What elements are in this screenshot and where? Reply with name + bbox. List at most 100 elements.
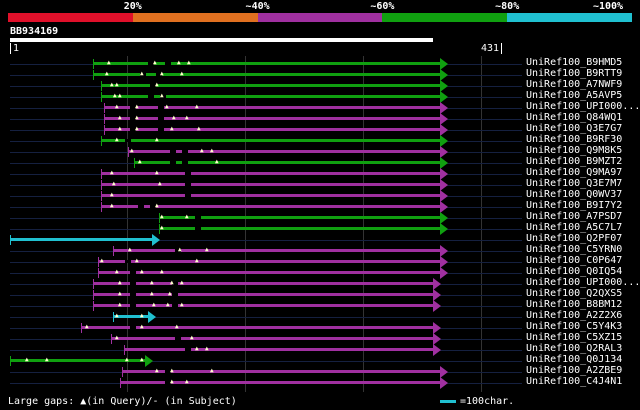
legend-label: ~40% (245, 1, 270, 12)
hit-name-link[interactable]: UniRef100_C5YRN0 (526, 244, 622, 255)
identity-color-legend: 20% ~40% ~60% ~80% ~100% (8, 0, 632, 24)
hit-bar[interactable] (93, 304, 433, 307)
query-gap-marker-icon: ▲ (155, 202, 159, 209)
subject-gap (165, 62, 171, 65)
hit-name-link[interactable]: UniRef100_B9RTT9 (526, 68, 622, 79)
hit-bar[interactable] (159, 216, 440, 219)
hit-name-link[interactable]: UniRef100_C5XZ15 (526, 332, 622, 343)
subject-gap (138, 205, 144, 208)
hit-name-link[interactable]: UniRef100_C4J4N1 (526, 376, 622, 387)
hit-bar[interactable] (113, 249, 440, 252)
scale-label: =100char. (460, 396, 515, 407)
query-gap-marker-icon: ▲ (118, 279, 122, 286)
query-gap-marker-icon: ▲ (160, 70, 164, 77)
hit-name-link[interactable]: UniRef100_UPI000... (526, 277, 640, 288)
query-gap-marker-icon: ▲ (170, 279, 174, 286)
hit-end-arrow-icon (440, 223, 448, 235)
hit-end-arrow-icon (152, 234, 160, 246)
ruler-end-tick (501, 43, 502, 54)
query-gap-marker-icon: ▲ (210, 367, 214, 374)
subject-gap (158, 106, 164, 109)
hit-bar[interactable] (93, 282, 433, 285)
hit-start-cap (104, 125, 105, 135)
hit-bar[interactable] (124, 348, 433, 351)
query-gap-marker-icon: ▲ (110, 169, 114, 176)
legend-color-segment (132, 13, 258, 22)
hit-name-link[interactable]: UniRef100_Q0WV37 (526, 189, 622, 200)
query-gap-marker-icon: ▲ (135, 103, 139, 110)
hit-bar[interactable] (104, 106, 440, 109)
hit-bar[interactable] (111, 337, 433, 340)
hit-name-link[interactable]: UniRef100_Q2PF07 (526, 233, 622, 244)
hit-name-link[interactable]: UniRef100_A7PSD7 (526, 211, 622, 222)
hit-name-link[interactable]: UniRef100_B9HMD5 (526, 57, 622, 68)
hit-name-link[interactable]: UniRef100_Q0IQ54 (526, 266, 622, 277)
hit-name-link[interactable]: UniRef100_Q0J134 (526, 354, 622, 365)
hit-name-link[interactable]: UniRef100_B9RF30 (526, 134, 622, 145)
hit-name-link[interactable]: UniRef100_Q9MA97 (526, 167, 622, 178)
query-gap-marker-icon: ▲ (115, 136, 119, 143)
query-gap-marker-icon: ▲ (160, 268, 164, 275)
hit-start-cap (128, 147, 129, 157)
query-gap-marker-icon: ▲ (155, 136, 159, 143)
hit-name-link[interactable]: UniRef100_A2ZBE9 (526, 365, 622, 376)
hit-bar[interactable] (93, 293, 433, 296)
subject-gap (185, 183, 191, 186)
query-gap-marker-icon: ▲ (168, 290, 172, 297)
query-gap-marker-icon: ▲ (195, 345, 199, 352)
subject-gap (170, 161, 176, 164)
query-gap-marker-icon: ▲ (115, 81, 119, 88)
query-gap-marker-icon: ▲ (118, 125, 122, 132)
hit-name-link[interactable]: UniRef100_A5AVP5 (526, 90, 622, 101)
hit-bar[interactable] (101, 194, 440, 197)
hit-name-link[interactable]: UniRef100_B9MZT2 (526, 156, 622, 167)
hit-name-link[interactable]: UniRef100_Q3E7G7 (526, 123, 622, 134)
hit-bar[interactable] (98, 271, 440, 274)
query-id: BB934169 (10, 26, 59, 37)
hit-bar[interactable] (101, 172, 440, 175)
hit-name-link[interactable]: UniRef100_UPI000... (526, 101, 640, 112)
hit-name-link[interactable]: UniRef100_Q3E7M7 (526, 178, 622, 189)
hit-bar[interactable] (93, 62, 440, 65)
hit-bar[interactable] (134, 161, 440, 164)
hit-name-link[interactable]: UniRef100_A5C7L7 (526, 222, 622, 233)
hit-name-link[interactable]: UniRef100_Q2QXS5 (526, 288, 622, 299)
alignment-grid: ▲ ▲ ▲ ▲ UniRef100_B9HMD5 ▲ ▲ ▲ ▲ UniRef100_B9RTT9… (0, 56, 640, 392)
hit-name-link[interactable]: UniRef100_B8BM12 (526, 299, 622, 310)
hit-name-link[interactable]: UniRef100_Q84WQ1 (526, 112, 622, 123)
hit-name-link[interactable]: UniRef100_C0P647 (526, 255, 622, 266)
hit-start-cap (124, 345, 125, 355)
gaps-legend: Large gaps: ▲(in Query)/- (in Subject) (8, 396, 237, 407)
subject-gap (130, 293, 136, 296)
hit-name-link[interactable]: UniRef100_Q9M8K5 (526, 145, 622, 156)
hit-name-link[interactable]: UniRef100_B9I7Y2 (526, 200, 622, 211)
hit-name-link[interactable]: UniRef100_A2Z2X6 (526, 310, 622, 321)
hit-end-arrow-icon (440, 377, 448, 389)
alignment-row[interactable]: ▲ ▲ UniRef100_C4J4N1 (0, 376, 640, 389)
scale-bar (440, 400, 456, 403)
hit-start-cap (104, 103, 105, 113)
query-gap-marker-icon: ▲ (158, 180, 162, 187)
hit-bar[interactable] (104, 128, 440, 131)
hit-name-link[interactable]: UniRef100_C5Y4K3 (526, 321, 622, 332)
query-gap-marker-icon: ▲ (118, 290, 122, 297)
hit-bar[interactable] (104, 117, 440, 120)
hit-start-cap (122, 367, 123, 377)
hit-start-cap (101, 136, 102, 146)
subject-gap (125, 260, 131, 263)
hit-bar[interactable] (101, 183, 440, 186)
hit-name-link[interactable]: UniRef100_A7NWF9 (526, 79, 622, 90)
hit-bar[interactable] (101, 139, 440, 142)
hit-bar[interactable] (159, 227, 440, 230)
legend-label: ~80% (495, 1, 520, 12)
hit-name-link[interactable]: UniRef100_Q2RAL3 (526, 343, 622, 354)
query-ruler: 1 431 (10, 43, 522, 55)
hit-start-cap (120, 378, 121, 388)
query-gap-marker-icon: ▲ (112, 180, 116, 187)
hit-bar[interactable] (10, 238, 152, 241)
hit-bar[interactable] (98, 260, 440, 263)
subject-gap (185, 348, 191, 351)
hit-start-cap (101, 92, 102, 102)
query-gap-marker-icon: ▲ (180, 301, 184, 308)
query-gap-marker-icon: ▲ (155, 169, 159, 176)
